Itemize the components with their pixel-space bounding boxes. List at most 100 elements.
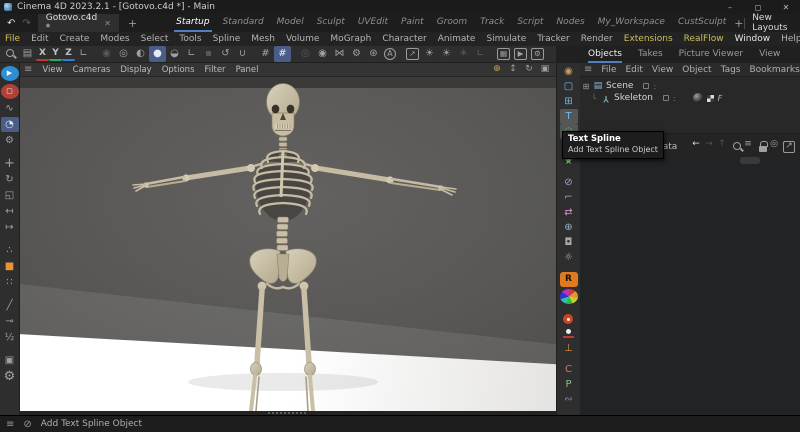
quantize-icon[interactable]: ▪ — [200, 46, 217, 62]
uvw-tag-icon[interactable] — [705, 93, 715, 103]
om-hamburger-icon[interactable]: ≡ — [584, 64, 592, 75]
zoom-view-icon[interactable]: ↕ — [506, 64, 520, 76]
target-dim-icon[interactable]: ◎ — [297, 46, 314, 62]
om-item-tags[interactable]: Tags — [721, 65, 741, 75]
visibility-dots[interactable]: : — [673, 94, 676, 103]
gravity-icon[interactable]: ◒ — [166, 46, 183, 62]
attr-target-icon[interactable]: ◎ — [768, 139, 780, 151]
layout-tab-model[interactable]: Model — [275, 14, 306, 32]
menu-item-realflow[interactable]: RealFlow — [684, 34, 724, 44]
render-settings-button[interactable]: ⚙ — [531, 48, 544, 60]
vp-item-display[interactable]: Display — [120, 65, 151, 75]
instance-icon[interactable]: ⇄ — [560, 205, 578, 220]
layout-tab-groom[interactable]: Groom — [435, 14, 469, 32]
python-icon[interactable]: ∾ — [560, 392, 578, 407]
menu-item-animate[interactable]: Animate — [438, 34, 476, 44]
layout-tab-my-workspace[interactable]: My_Workspace — [596, 14, 667, 32]
render-picture-viewer-button[interactable]: ▶ — [514, 48, 527, 60]
om-item-bookmarks[interactable]: Bookmarks — [750, 65, 800, 75]
menu-item-edit[interactable]: Edit — [31, 34, 48, 44]
undo-workplane-icon[interactable]: ↺ — [217, 46, 234, 62]
layout-tab-standard[interactable]: Standard — [221, 14, 266, 32]
menu-item-simulate[interactable]: Simulate — [486, 34, 526, 44]
settings-gear[interactable]: ⚙ — [1, 369, 19, 384]
object-label[interactable]: Scene — [606, 81, 633, 91]
layout-tab-sculpt[interactable]: Sculpt — [315, 14, 347, 32]
om-item-file[interactable]: File — [601, 65, 616, 75]
spark-dim-icon[interactable]: ☀ — [455, 46, 472, 62]
export-icon[interactable]: ↗ — [406, 48, 419, 60]
attr-forward-icon[interactable]: → — [703, 139, 715, 151]
planar-workplane-icon[interactable]: ◎ — [115, 46, 132, 62]
pan-view-icon[interactable]: ⊕ — [490, 64, 504, 76]
menu-item-mesh[interactable]: Mesh — [251, 34, 275, 44]
object-label[interactable]: Skeleton — [614, 93, 653, 103]
attr-back-icon[interactable]: ← — [690, 139, 702, 151]
visibility-dots[interactable]: : — [653, 82, 656, 91]
layout-tab-uvedit[interactable]: UVEdit — [356, 14, 390, 32]
live-selection-tool[interactable]: ▶ — [0, 66, 19, 81]
tracer-icon[interactable]: ⌐ — [560, 190, 578, 205]
spark-alt-icon[interactable]: ☀ — [438, 46, 455, 62]
document-tab[interactable]: Gotovo.c4d * ✕ — [37, 13, 119, 33]
tree-row-scene[interactable]: ⊞ ▤ Scene : — [580, 80, 800, 92]
redshift-material-icon[interactable]: R — [559, 272, 578, 287]
om-item-view[interactable]: View — [652, 65, 673, 75]
history-icon[interactable]: ▤ — [19, 46, 36, 62]
ptab-takes[interactable]: Takes — [638, 49, 663, 63]
symmetry-icon[interactable]: ⋈ — [331, 46, 348, 62]
layout-tab-custsculpt[interactable]: CustSculpt — [676, 14, 728, 32]
viewport-menu-icon[interactable]: ≡ — [24, 64, 32, 75]
coordinate-system-icon[interactable]: ∟ — [75, 46, 92, 62]
move-tool[interactable]: + — [1, 156, 19, 171]
sky-icon[interactable]: ⊕ — [560, 220, 578, 235]
menu-item-modes[interactable]: Modes — [100, 34, 129, 44]
model-mode[interactable]: ■ — [1, 259, 19, 274]
menu-item-mograph[interactable]: MoGraph — [330, 34, 371, 44]
vp-item-options[interactable]: Options — [162, 65, 195, 75]
rotate-view-icon[interactable]: ↻ — [522, 64, 536, 76]
tree-row-skeleton[interactable]: └ Y Skeleton : F — [580, 92, 800, 104]
material-wheel-icon[interactable] — [559, 289, 578, 304]
axis-x-lock[interactable]: X — [36, 47, 49, 61]
grid-icon[interactable]: # — [257, 46, 274, 62]
ptab-picture-viewer[interactable]: Picture Viewer — [679, 49, 743, 63]
spline-mask-icon[interactable]: ⊘ — [560, 175, 578, 190]
pen-icon[interactable]: ╱ — [1, 298, 19, 313]
menu-item-spline[interactable]: Spline — [213, 34, 241, 44]
scale-tool[interactable]: ◱ — [1, 188, 19, 203]
minimize-button[interactable]: – — [716, 0, 744, 14]
vp-item-view[interactable]: View — [42, 65, 62, 75]
p-tag-icon[interactable]: P — [560, 377, 578, 392]
render-view-button[interactable]: ▦ — [497, 48, 510, 60]
magnet-icon[interactable]: ∪ — [234, 46, 251, 62]
status-menu-icon[interactable]: ≡ — [6, 419, 14, 430]
light-icon[interactable]: ☼ — [560, 250, 578, 265]
sphere-half-icon[interactable]: ◐ — [132, 46, 149, 62]
active-tool-icon[interactable]: ◔ — [0, 117, 19, 132]
transform-right-icon[interactable]: ↦ — [1, 220, 19, 235]
editor-toggle[interactable] — [662, 95, 669, 101]
restore-button[interactable]: ◻ — [744, 0, 772, 14]
attr-lock-icon[interactable] — [755, 139, 768, 152]
vp-item-panel[interactable]: Panel — [236, 65, 259, 75]
menu-item-character[interactable]: Character — [382, 34, 426, 44]
polygon-mode[interactable]: ∷ — [1, 275, 19, 290]
point-mode[interactable]: ∴ — [1, 243, 19, 258]
spline-rectangle-icon[interactable]: ▢ — [560, 79, 578, 94]
editor-toggle[interactable] — [643, 83, 650, 89]
menu-item-help[interactable]: Help — [781, 34, 800, 44]
skeleton-model[interactable] — [20, 77, 556, 411]
rotate-tool[interactable]: ↻ — [1, 172, 19, 187]
axis-z-lock[interactable]: Z — [62, 47, 75, 61]
axis-y-lock[interactable]: Y — [49, 47, 62, 61]
find-icon[interactable] — [2, 46, 19, 62]
edge-mode[interactable]: ⊸ — [1, 314, 19, 329]
menu-item-file[interactable]: File — [5, 34, 20, 44]
text-object-icon[interactable]: T — [559, 109, 578, 124]
add-layout-button[interactable]: + — [734, 17, 743, 30]
menu-item-window[interactable]: Window — [735, 34, 771, 44]
vp-item-cameras[interactable]: Cameras — [73, 65, 111, 75]
tool-options-icon[interactable]: ⚙ — [1, 133, 19, 148]
visible-objects-icon[interactable]: ● — [149, 46, 166, 62]
